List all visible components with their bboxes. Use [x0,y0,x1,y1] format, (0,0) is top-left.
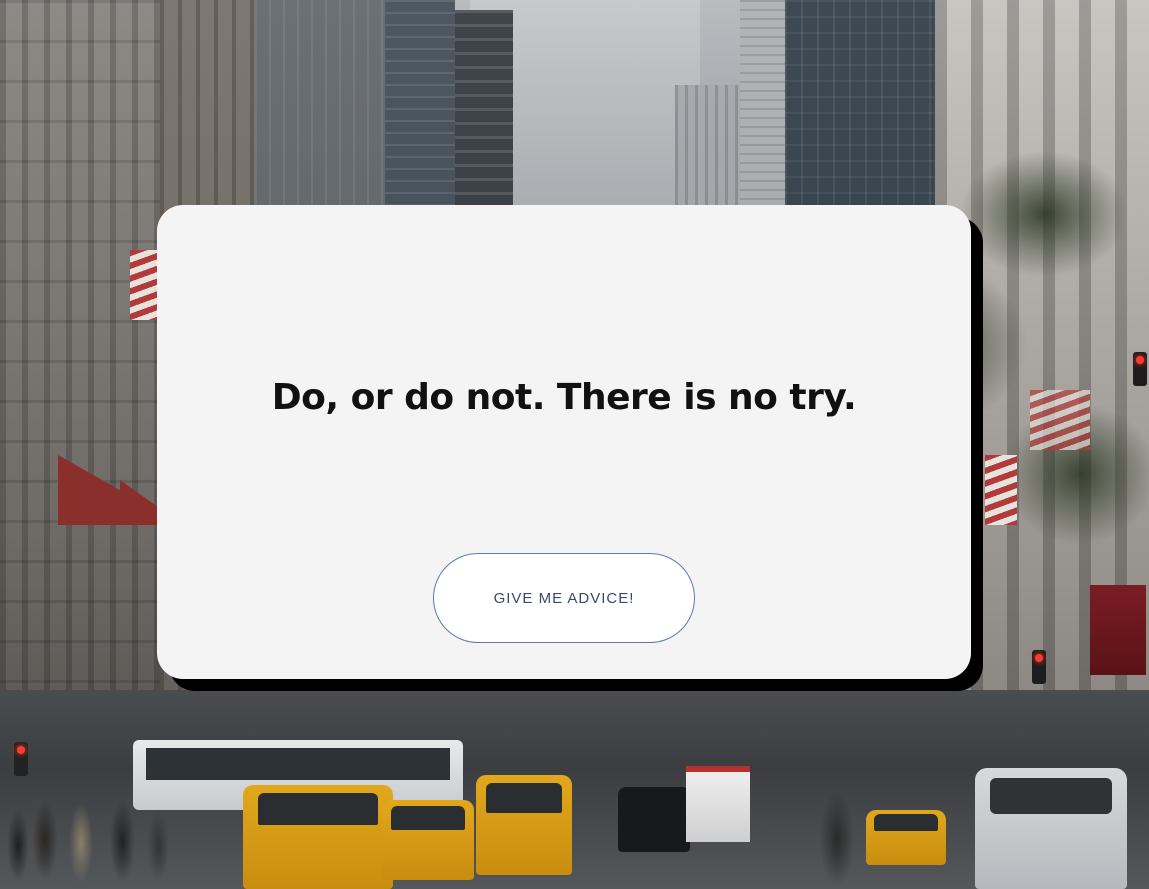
give-me-advice-button[interactable]: GIVE ME ADVICE! [433,553,695,643]
white-van [975,768,1127,889]
taxi [476,775,572,875]
traffic-light-icon [14,742,28,776]
taxi [866,810,946,865]
taxi [243,785,393,889]
american-flag [130,250,158,320]
pedestrian [818,788,856,889]
background-photo: Do, or do not. There is no try. GIVE ME … [0,0,1149,889]
store-banner [1090,585,1146,675]
pedestrians [0,780,180,889]
advice-card: Do, or do not. There is no try. GIVE ME … [157,205,971,679]
advice-quote: Do, or do not. There is no try. [271,377,857,418]
traffic-light-icon [1032,650,1046,684]
american-flag [985,455,1017,525]
american-flag [1030,390,1090,450]
dark-car [618,787,690,852]
traffic-light-icon [1133,352,1147,386]
ambulance [686,766,750,842]
taxi [382,800,474,880]
